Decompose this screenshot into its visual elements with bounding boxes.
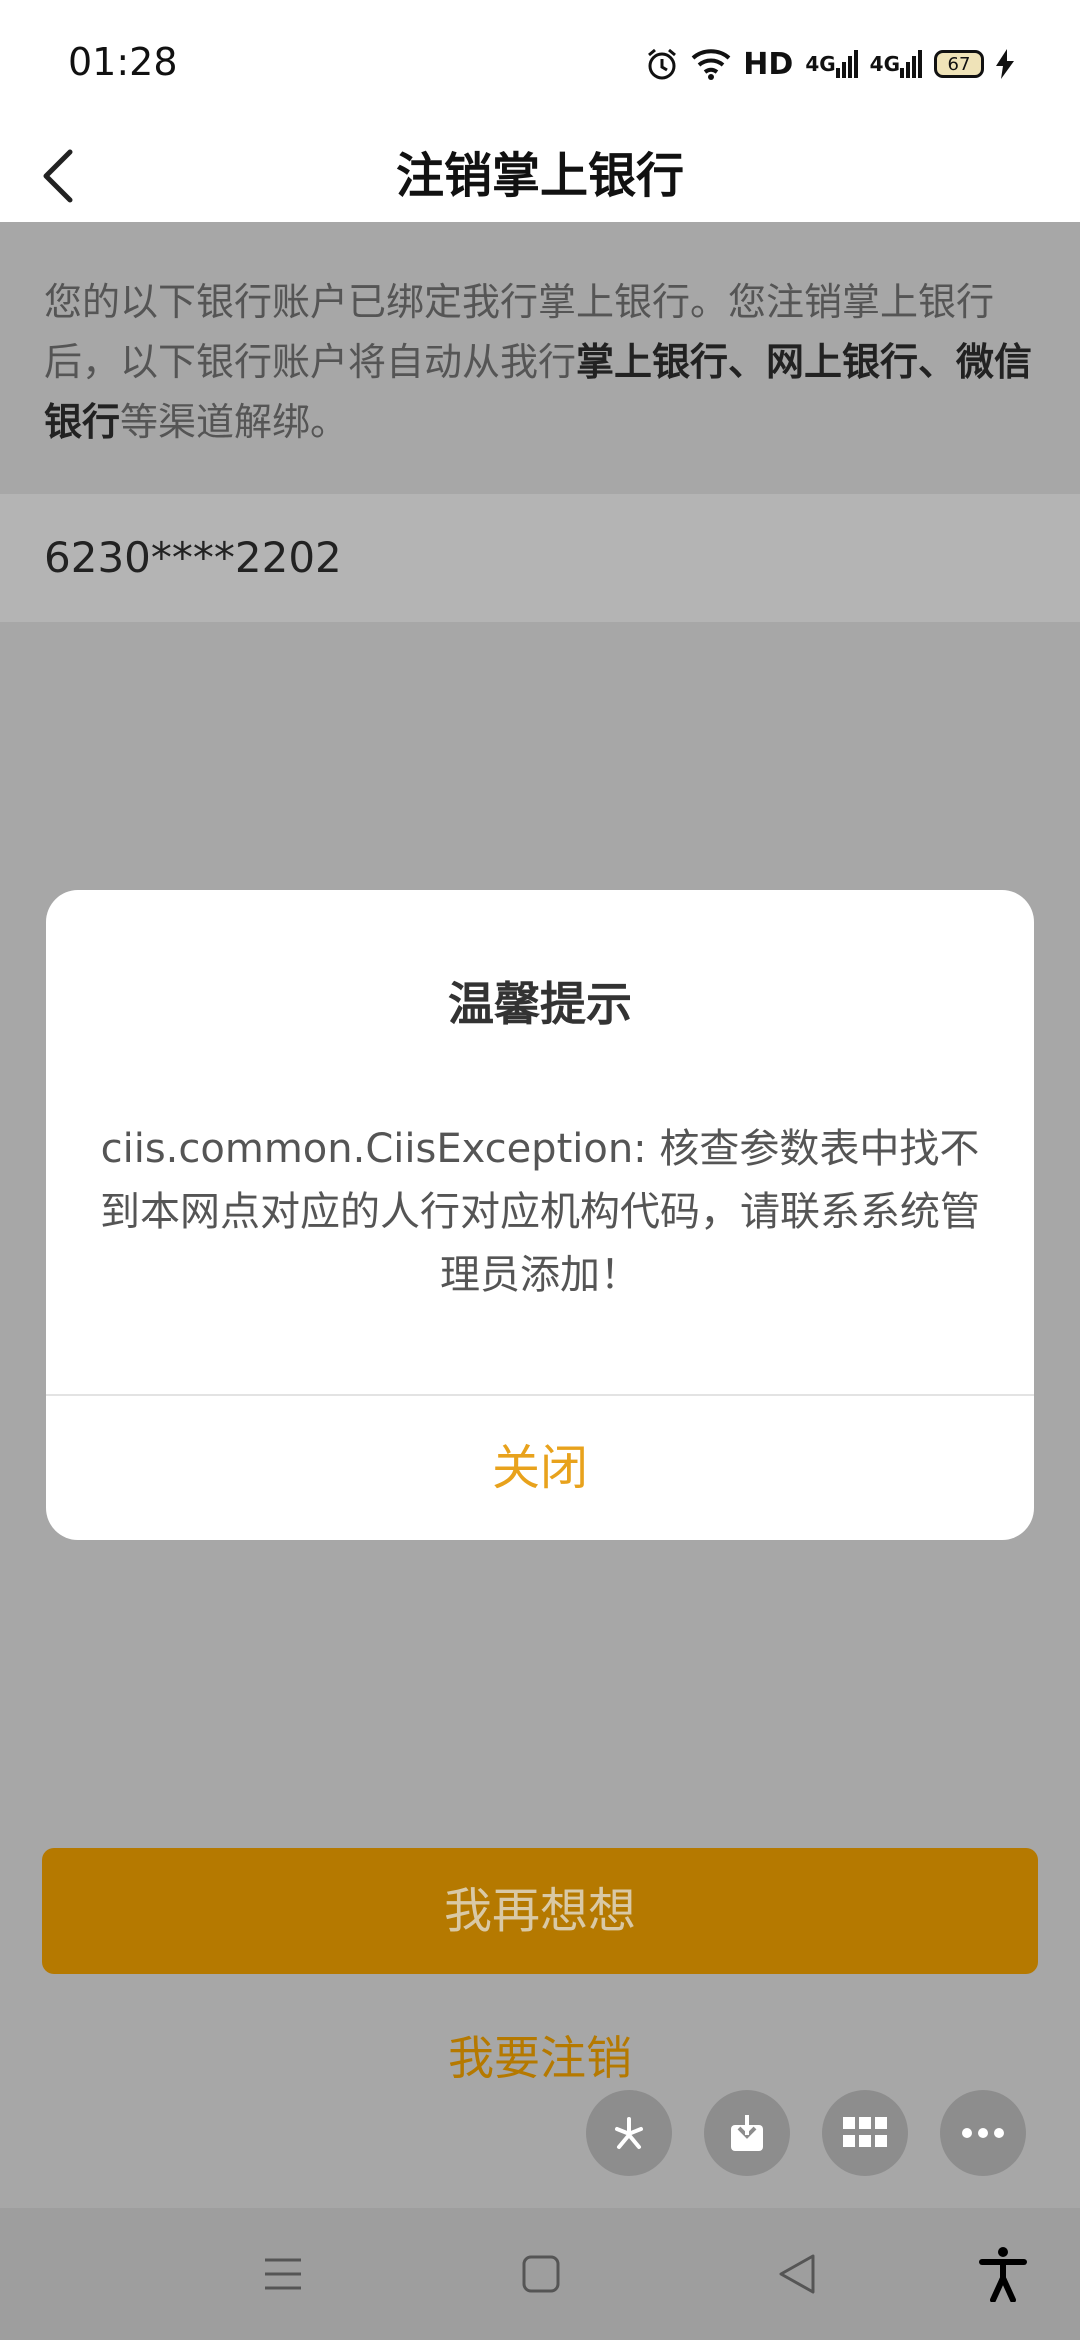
more-icon xyxy=(962,2128,1004,2138)
system-nav-bar xyxy=(0,2208,1080,2340)
apps-fab[interactable] xyxy=(822,2090,908,2176)
alarm-icon xyxy=(645,47,679,81)
accessibility-icon xyxy=(979,2247,1027,2302)
dialog-close-button[interactable]: 关闭 xyxy=(46,1396,1034,1540)
nav-back-button[interactable] xyxy=(766,2208,828,2340)
sparkle-icon xyxy=(615,2117,643,2149)
accessibility-button[interactable] xyxy=(970,2208,1036,2340)
notice-text-2: 等渠道解绑。 xyxy=(120,400,349,444)
hd-indicator: HD xyxy=(743,46,794,82)
signal-icon-1: 4G xyxy=(805,50,858,78)
charging-icon xyxy=(996,49,1014,79)
page-title: 注销掌上银行 xyxy=(395,148,684,204)
account-row: 6230****2202 xyxy=(0,494,1080,622)
square-icon xyxy=(522,2255,560,2293)
nav-menu-button[interactable] xyxy=(252,2208,314,2340)
menu-icon xyxy=(265,2258,301,2290)
scan-fab[interactable] xyxy=(586,2090,672,2176)
triangle-back-icon xyxy=(779,2254,815,2294)
signal-icon-2: 4G xyxy=(870,50,922,78)
status-time: 01:28 xyxy=(68,40,178,84)
nav-home-button[interactable] xyxy=(510,2208,572,2340)
more-fab[interactable] xyxy=(940,2090,1026,2176)
confirm-cancel-link[interactable]: 我要注销 xyxy=(0,2022,1080,2088)
nav-header: 注销掌上银行 xyxy=(0,130,1080,222)
back-button[interactable] xyxy=(38,130,118,222)
wifi-icon xyxy=(691,48,731,80)
download-fab[interactable] xyxy=(704,2090,790,2176)
unbind-notice: 您的以下银行账户已绑定我行掌上银行。您注销掌上银行后，以下银行账户将自动从我行掌… xyxy=(0,222,1080,494)
dialog-title: 温馨提示 xyxy=(448,977,632,1031)
chevron-left-icon xyxy=(43,149,73,203)
status-bar: 01:28 HD 4G 4G 67 xyxy=(0,0,1080,130)
battery-icon: 67 xyxy=(934,50,984,78)
download-icon xyxy=(731,2115,763,2151)
grid-icon xyxy=(843,2117,887,2147)
dialog-message: ciis.common.CiisException: 核查参数表中找不到本网点对… xyxy=(100,1126,980,1298)
alert-dialog: 温馨提示 ciis.common.CiisException: 核查参数表中找不… xyxy=(46,890,1034,1540)
status-icons: HD 4G 4G 67 xyxy=(645,44,1014,84)
think-again-button[interactable]: 我再想想 xyxy=(42,1848,1038,1974)
